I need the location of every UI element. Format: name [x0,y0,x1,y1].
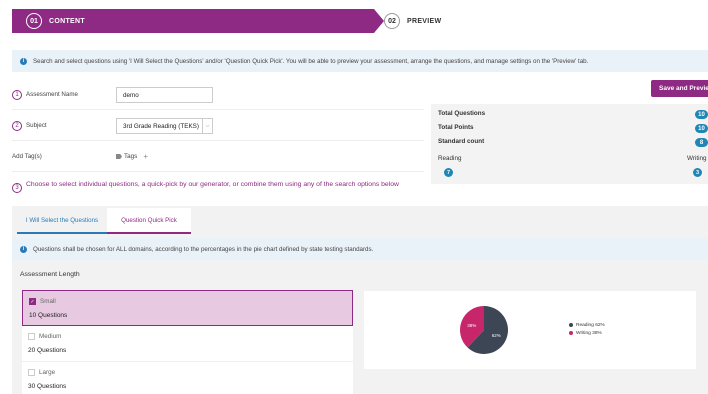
total-questions-badge: 10 [695,110,708,119]
step-content[interactable]: 01 CONTENT [12,9,374,33]
tags-button-label: Tags [124,153,138,160]
reading-badge: 7 [444,168,453,177]
length-options: ✓ Small 10 Questions Medium 20 Questions… [22,290,353,394]
info-text: Search and select questions using 'I Wil… [33,57,589,65]
tags-row: Add Tag(s) Tags + [12,142,424,172]
total-points-badge: 10 [695,124,708,133]
pie-legend: Reading 62% Writing 38% [569,321,605,337]
pie-label-writing: 38% [467,323,476,328]
assessment-name-label-text: Assessment Name [26,91,78,98]
check-icon[interactable]: ✓ [29,298,36,305]
assessment-name-row: 1 Assessment Name demo [12,80,424,110]
writing-label: Writing [687,155,707,162]
chevron-down-icon: ⌵ [202,119,212,133]
info-icon: i [20,245,27,253]
assessment-name-input[interactable]: demo [116,87,213,103]
length-option-medium[interactable]: Medium 20 Questions [22,326,353,362]
quick-pick-content: i Questions shall be chosen for ALL doma… [12,235,708,394]
subject-label-text: Subject [26,122,47,129]
length-option-label: Small [40,298,56,305]
subject-select-value: 3rd Grade Reading (TEKS) [123,122,199,130]
assessment-stats-panel: Total Questions 10 Total Points 10 Stand… [431,104,708,184]
checkbox[interactable] [28,369,35,376]
add-tag-plus-icon[interactable]: + [143,152,148,161]
length-option-count: 20 Questions [28,347,67,354]
pie-label-reading: 62% [492,333,501,338]
checkbox[interactable] [28,333,35,340]
total-questions-row: Total Questions 10 [438,110,708,119]
reading-label: Reading [438,155,462,162]
legend-item-reading: Reading 62% [569,321,605,329]
step-content-label: CONTENT [49,17,85,25]
assessment-length-title: Assessment Length [20,271,80,278]
subject-select[interactable]: 3rd Grade Reading (TEKS) ⌵ [116,118,213,134]
tags-control[interactable]: Tags + [116,152,148,161]
assessment-name-label: 1 Assessment Name [12,89,116,100]
legend-dot-reading [569,323,573,327]
domain-pie-chart: 62% 38% [460,306,508,354]
length-option-small-label-row: ✓ Small [29,298,56,305]
tab-i-will-select[interactable]: I Will Select the Questions [17,208,107,234]
length-option-large-label-row: Large [28,369,55,376]
length-option-count: 30 Questions [28,383,67,390]
writing-badge: 3 [693,168,702,177]
step-preview-number: 02 [384,13,400,29]
legend-dot-writing [569,331,573,335]
legend-item-writing: Writing 38% [569,329,605,337]
total-points-label: Total Points [438,124,474,131]
step-number-2: 2 [12,120,22,131]
choose-text: Choose to select individual questions, a… [26,181,399,188]
step-content-number: 01 [26,13,42,29]
step-arrow [374,9,384,33]
length-option-label: Medium [39,333,62,340]
tag-icon [116,154,122,159]
step-number-3: 3 [12,183,22,193]
question-selection-panel: I Will Select the Questions Question Qui… [12,206,708,394]
tags-label: Add Tag(s) [12,153,42,160]
standard-count-row: Standard count 8 [438,138,708,147]
step-preview[interactable]: 02 PREVIEW [384,9,441,33]
step-preview-label: PREVIEW [407,17,442,25]
length-option-count: 10 Questions [29,312,68,319]
step-bar: 01 CONTENT 02 PREVIEW [12,9,708,33]
step-number-1: 1 [12,89,22,100]
legend-label-reading: Reading 62% [576,322,605,328]
quick-pick-info-banner: i Questions shall be chosen for ALL doma… [12,238,708,260]
length-option-large[interactable]: Large 30 Questions [22,362,353,394]
length-option-label: Large [39,369,56,376]
subject-row: 2 Subject 3rd Grade Reading (TEKS) ⌵ [12,111,424,141]
domain-pie-chart-card: 62% 38% Reading 62% Writing 38% [364,291,696,369]
save-and-preview-button[interactable]: Save and Preview [651,80,708,97]
legend-label-writing: Writing 38% [576,330,602,336]
total-questions-label: Total Questions [438,110,486,117]
length-option-small[interactable]: ✓ Small 10 Questions [22,290,353,326]
standard-count-badge: 8 [695,138,708,147]
choose-instructions: 3 Choose to select individual questions,… [12,180,412,193]
length-option-medium-label-row: Medium [28,333,61,340]
standard-count-label: Standard count [438,138,485,145]
tab-question-quick-pick[interactable]: Question Quick Pick [107,208,191,234]
quick-pick-info-text: Questions shall be chosen for ALL domain… [33,245,374,253]
info-icon: i [20,57,27,65]
info-banner: i Search and select questions using 'I W… [12,50,708,72]
total-points-row: Total Points 10 [438,124,708,133]
subject-label: 2 Subject [12,120,116,131]
